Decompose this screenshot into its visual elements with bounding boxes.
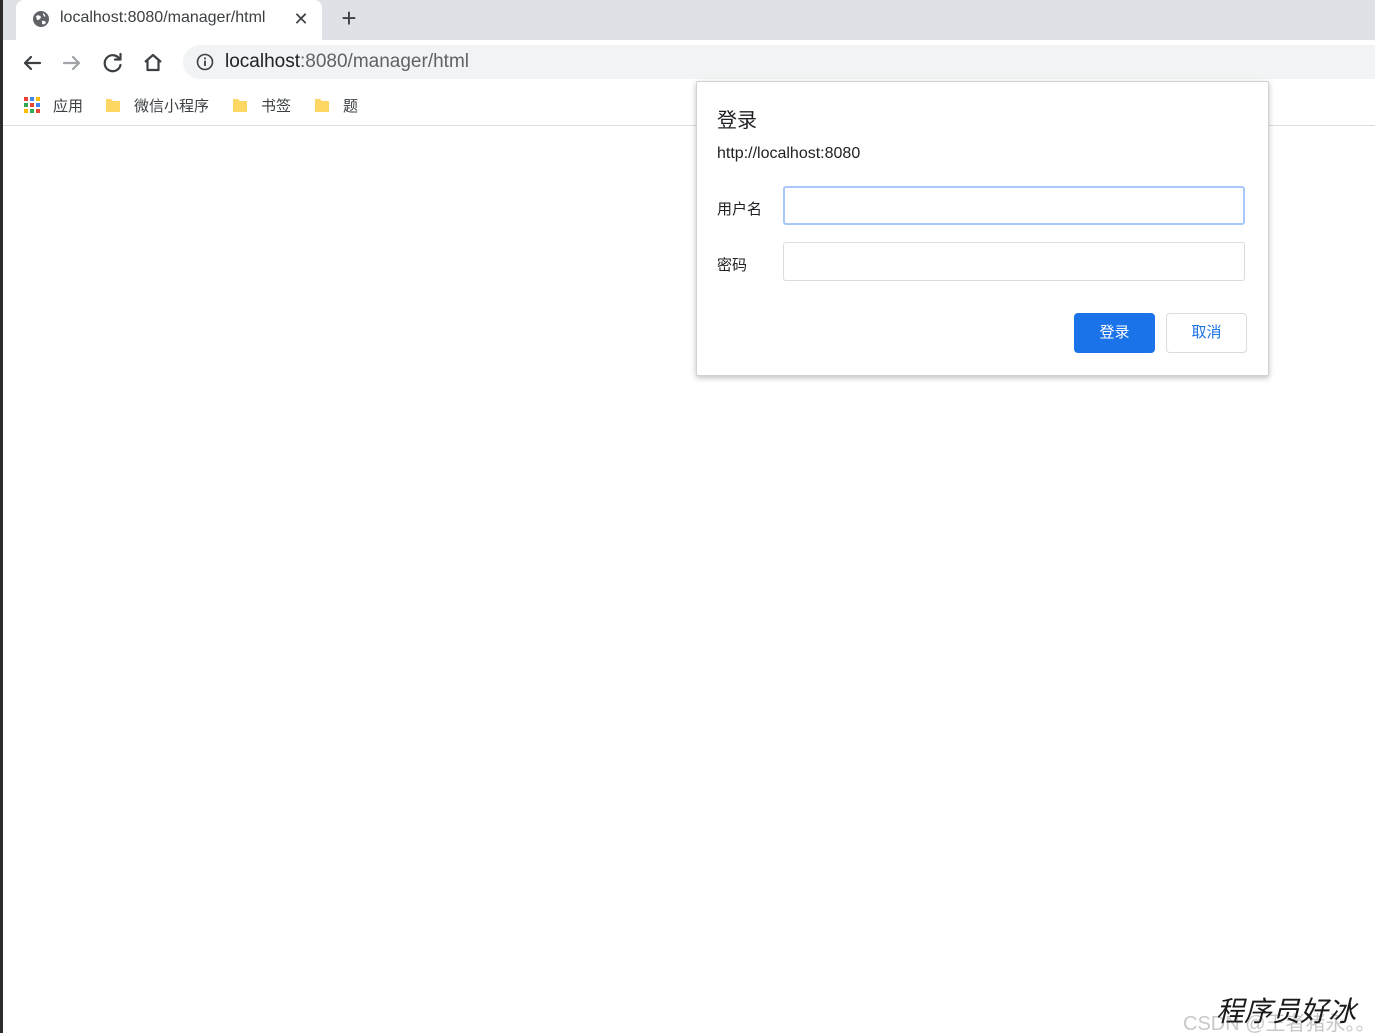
login-button[interactable]: 登录 <box>1074 313 1155 353</box>
bookmark-label: 书签 <box>261 97 292 115</box>
forward-arrow-icon[interactable] <box>58 49 86 77</box>
bookmark-folder-questions[interactable]: 题 <box>313 94 358 116</box>
tab-title: localhost:8080/manager/html <box>60 9 266 26</box>
close-icon[interactable]: ✕ <box>290 8 312 30</box>
bookmark-apps[interactable]: 应用 <box>23 94 83 116</box>
bookmark-folder-wechat[interactable]: 微信小程序 <box>104 94 209 116</box>
author-watermark: 程序员好冰 <box>1216 995 1357 1028</box>
dialog-origin: http://localhost:8080 <box>717 145 861 162</box>
username-label: 用户名 <box>717 201 763 218</box>
url-host: localhost <box>225 51 300 72</box>
bookmark-label: 题 <box>343 97 359 115</box>
tab-strip: localhost:8080/manager/html ✕ + <box>3 0 1375 40</box>
bookmark-label: 微信小程序 <box>134 97 210 115</box>
dialog-title: 登录 <box>717 110 757 132</box>
bookmark-label: 应用 <box>53 97 84 115</box>
username-input[interactable] <box>783 186 1245 225</box>
toolbar: localhost:8080/manager/html <box>3 40 1375 85</box>
info-icon[interactable] <box>196 53 214 71</box>
home-icon[interactable] <box>139 49 167 77</box>
tab-active[interactable]: localhost:8080/manager/html ✕ <box>16 0 322 40</box>
window-edge <box>0 0 3 1033</box>
back-arrow-icon[interactable] <box>18 49 46 77</box>
sign-in-dialog: 登录 http://localhost:8080 用户名 密码 登录 取消 <box>696 81 1269 376</box>
url-text: localhost:8080/manager/html <box>225 51 469 73</box>
apps-grid-icon <box>24 97 40 113</box>
new-tab-button[interactable]: + <box>336 5 362 32</box>
address-bar[interactable]: localhost:8080/manager/html <box>183 45 1375 79</box>
reload-icon[interactable] <box>99 49 127 77</box>
bookmark-folder-bookmarks[interactable]: 书签 <box>231 94 291 116</box>
browser-window: localhost:8080/manager/html ✕ + localhos… <box>0 0 1375 1035</box>
cancel-button[interactable]: 取消 <box>1166 313 1247 353</box>
folder-icon <box>233 99 247 112</box>
url-path: :8080/manager/html <box>300 51 469 72</box>
password-input[interactable] <box>783 242 1245 281</box>
password-label: 密码 <box>717 257 748 274</box>
folder-icon <box>315 99 329 112</box>
globe-icon <box>33 11 49 27</box>
folder-icon <box>106 99 120 112</box>
